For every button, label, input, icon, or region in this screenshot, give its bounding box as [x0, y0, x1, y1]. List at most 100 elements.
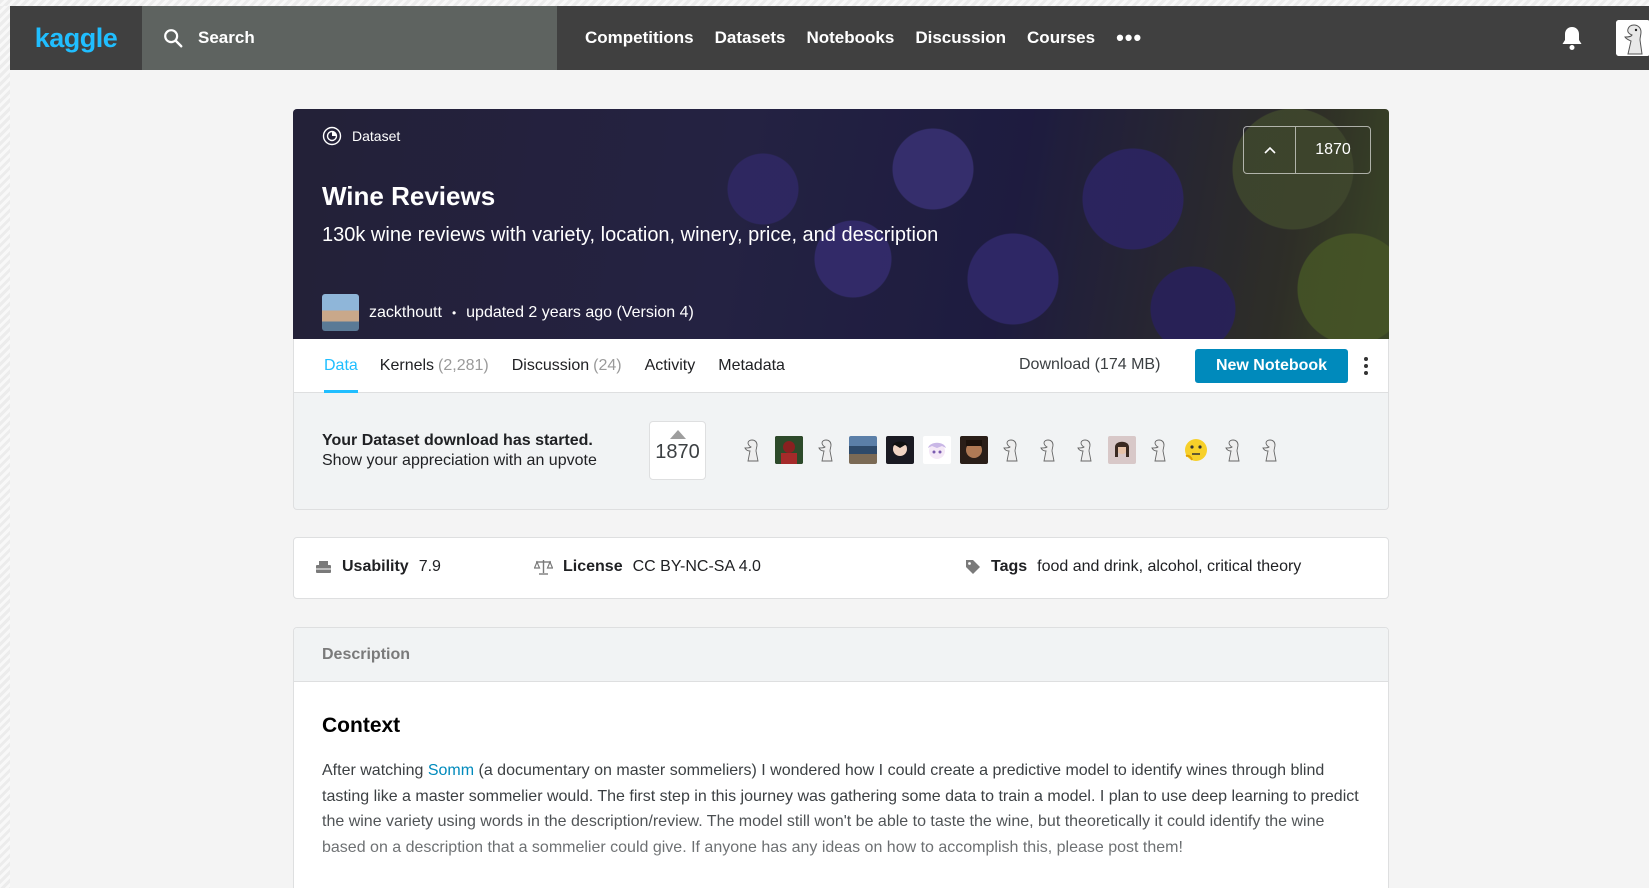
dataset-info-bar: Usability 7.9 License CC BY-NC-SA 4.0 Ta…	[293, 537, 1389, 599]
description-header: Description	[294, 628, 1388, 682]
usability-icon	[316, 561, 331, 573]
nav-courses[interactable]: Courses	[1027, 28, 1095, 48]
tab-data[interactable]: Data	[324, 339, 358, 393]
tags-label: Tags	[991, 558, 1028, 575]
owner-name[interactable]: zackthoutt	[369, 304, 442, 322]
meta-separator: •	[451, 305, 457, 320]
usability-info: Usability 7.9	[315, 558, 441, 576]
goose-avatar-icon	[1151, 439, 1166, 462]
voter-avatar[interactable]	[738, 436, 766, 464]
anime-avatar-icon	[886, 436, 914, 464]
description-panel: Description Context After watching Somm …	[293, 627, 1389, 888]
voter-avatar[interactable]	[1182, 436, 1210, 464]
search-box[interactable]: Search	[142, 6, 557, 70]
voter-avatar[interactable]	[1108, 436, 1136, 464]
voter-avatar[interactable]	[849, 436, 877, 464]
owner-avatar[interactable]	[322, 294, 359, 331]
description-fade	[294, 803, 1388, 888]
goose-avatar-icon	[818, 439, 833, 462]
voter-avatar[interactable]	[1034, 436, 1062, 464]
usability-value[interactable]: 7.9	[419, 558, 441, 576]
goose-avatar-icon	[1225, 439, 1240, 462]
dataset-icon	[322, 126, 342, 146]
tab-activity-label: Activity	[644, 356, 696, 374]
dataset-type-text: Dataset	[352, 128, 401, 144]
dataset-tabs: Data Kernels (2,281) Discussion (24) Act…	[293, 339, 1389, 393]
voter-avatar[interactable]	[1145, 436, 1173, 464]
context-text-start: After watching	[322, 762, 428, 779]
voter-avatar[interactable]	[1219, 436, 1247, 464]
voter-avatar[interactable]	[775, 436, 803, 464]
anime-girl-avatar-icon	[923, 436, 951, 464]
tab-activity[interactable]: Activity	[645, 339, 696, 393]
tab-kernels-count: (2,281)	[438, 356, 489, 374]
new-notebook-button[interactable]: New Notebook	[1195, 349, 1348, 383]
person-avatar-icon	[1108, 436, 1136, 464]
page-stripe-left	[0, 6, 10, 888]
search-icon	[164, 29, 183, 48]
upvote-button[interactable]	[1244, 127, 1296, 173]
dataset-meta: zackthoutt • updated 2 years ago (Versio…	[322, 294, 694, 331]
goose-avatar-icon	[1003, 439, 1018, 462]
usability-label: Usability	[342, 558, 409, 575]
notification-bell-icon[interactable]	[1561, 25, 1583, 51]
thinking-emoji-icon	[1185, 439, 1207, 461]
upvote-count: 1870	[1315, 141, 1351, 158]
voter-avatar[interactable]	[960, 436, 988, 464]
somm-link[interactable]: Somm	[428, 762, 474, 779]
goose-avatar-icon	[1040, 439, 1055, 462]
voter-avatar[interactable]	[1256, 436, 1284, 464]
nav-notebooks[interactable]: Notebooks	[806, 28, 894, 48]
goose-avatar-icon	[1077, 439, 1092, 462]
more-options-icon[interactable]	[1362, 354, 1370, 378]
updated-info[interactable]: updated 2 years ago (Version 4)	[466, 304, 694, 322]
landscape-avatar-icon	[849, 436, 877, 464]
context-heading: Context	[322, 714, 401, 737]
license-label: License	[563, 558, 623, 575]
search-label: Search	[198, 28, 255, 47]
dataset-title: Wine Reviews	[322, 181, 496, 211]
tab-kernels-label: Kernels	[379, 356, 435, 374]
person-avatar-icon	[775, 436, 803, 464]
person-avatar-icon	[960, 436, 988, 464]
dataset-hero-banner: Dataset Wine Reviews 130k wine reviews w…	[293, 109, 1389, 339]
goose-avatar-icon	[744, 439, 759, 462]
nav-more-icon[interactable]: •••	[1116, 25, 1142, 51]
kaggle-logo[interactable]: kaggle	[10, 6, 142, 70]
tab-data-label: Data	[324, 356, 358, 374]
chevron-up-icon	[1263, 146, 1276, 154]
license-value[interactable]: CC BY-NC-SA 4.0	[633, 558, 761, 576]
nav-datasets[interactable]: Datasets	[715, 28, 786, 48]
nav-competitions[interactable]: Competitions	[585, 28, 694, 48]
tab-metadata[interactable]: Metadata	[718, 339, 785, 393]
user-avatar[interactable]	[1616, 20, 1649, 56]
voter-avatar[interactable]	[886, 436, 914, 464]
dataset-type-label: Dataset	[322, 126, 400, 146]
upvote-small-button[interactable]: 1870	[649, 421, 706, 480]
tab-discussion[interactable]: Discussion (24)	[512, 339, 622, 393]
voter-avatars	[738, 436, 1293, 464]
tab-metadata-label: Metadata	[718, 356, 785, 374]
tags-value[interactable]: food and drink, alcohol, critical theory	[1037, 558, 1301, 576]
main-nav: Competitions Datasets Notebooks Discussi…	[585, 25, 1142, 51]
tag-icon	[966, 560, 980, 574]
download-started-panel: Your Dataset download has started. Show …	[293, 393, 1389, 510]
goose-avatar-icon	[1262, 439, 1277, 462]
tags-info: Tags food and drink, alcohol, critical t…	[965, 558, 1301, 576]
upvote-widget: 1870	[1243, 126, 1371, 174]
voter-avatar[interactable]	[997, 436, 1025, 464]
voter-avatar[interactable]	[812, 436, 840, 464]
tab-discussion-count: (24)	[593, 356, 622, 374]
top-navigation-bar: kaggle Search Competitions Datasets Note…	[10, 6, 1649, 70]
tab-discussion-label: Discussion	[511, 356, 590, 374]
upvote-small-count: 1870	[655, 441, 700, 463]
license-info: License CC BY-NC-SA 4.0	[534, 558, 761, 576]
voter-avatar[interactable]	[923, 436, 951, 464]
user-goose-icon	[1616, 20, 1649, 56]
upvote-triangle-icon	[669, 430, 686, 439]
download-started-subtitle: Show your appreciation with an upvote	[322, 452, 597, 469]
download-link[interactable]: Download (174 MB)	[1019, 356, 1160, 374]
voter-avatar[interactable]	[1071, 436, 1099, 464]
nav-discussion[interactable]: Discussion	[915, 28, 1006, 48]
tab-kernels[interactable]: Kernels (2,281)	[380, 339, 489, 393]
